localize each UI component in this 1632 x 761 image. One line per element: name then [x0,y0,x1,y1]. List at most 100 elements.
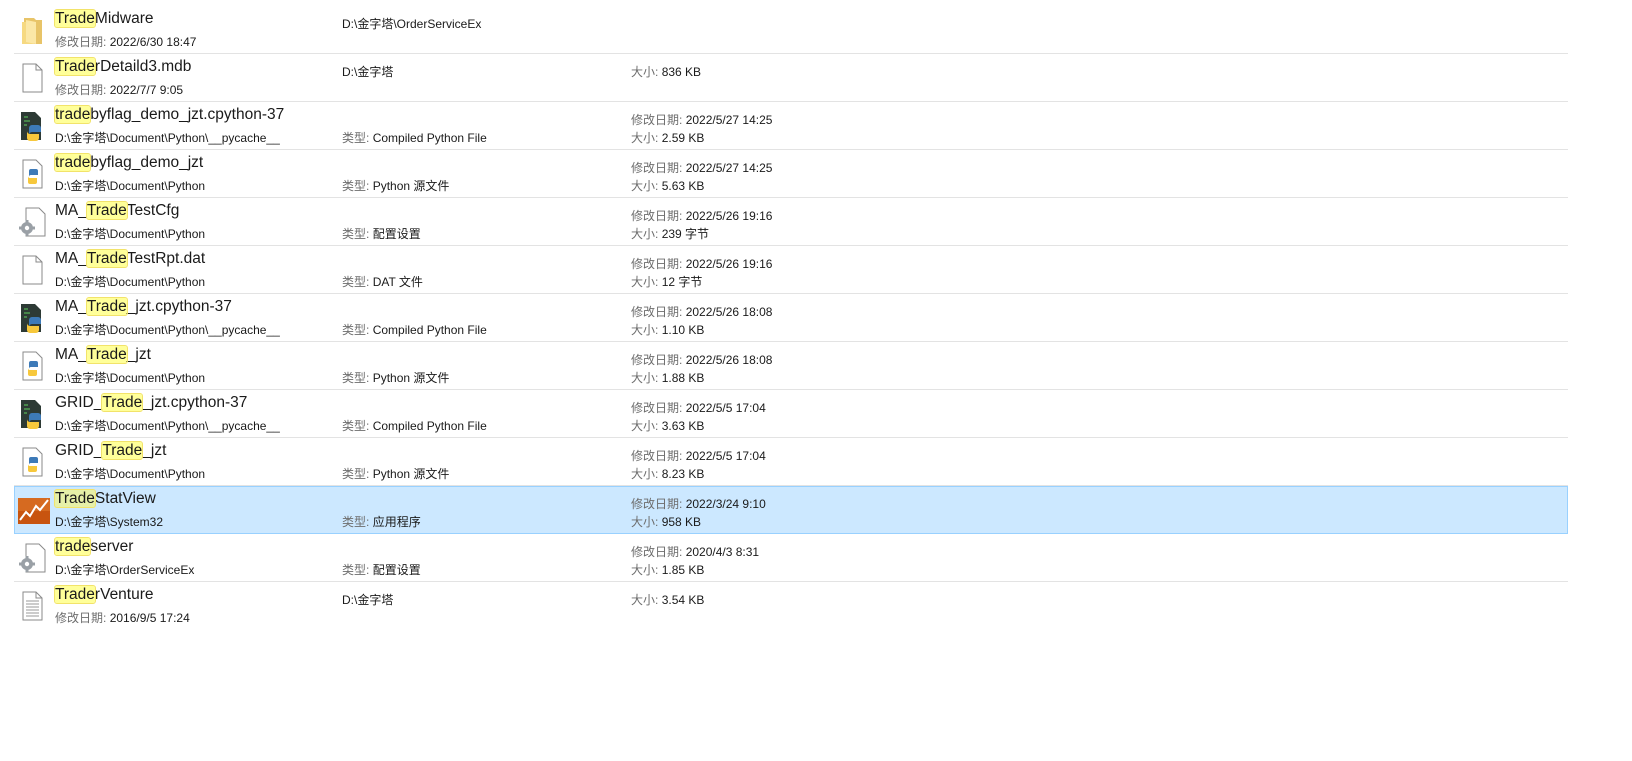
field-label: 大小: [631,467,659,481]
result-item[interactable]: MA_Trade_jzt D:\金字塔\Document\Python 类型: Py… [14,342,1568,390]
right-bot-field: 大小: 239 字节 [631,225,709,242]
field-value: 2020/4/3 8:31 [685,545,760,559]
right-top-field: 修改日期: 2022/5/26 18:08 [631,351,772,368]
name-suffix: StatView [94,490,156,507]
name-prefix: MA_ [55,298,87,315]
field-label: 修改日期: [631,401,683,415]
file-name[interactable]: GRID_Trade_jzt.cpython-37 [55,393,247,412]
right-top-field: 修改日期: 2022/5/5 17:04 [631,399,766,416]
file-name[interactable]: tradeserver [53,537,134,556]
field-label: 大小: [631,515,659,529]
mid-top-field: D:\金字塔 [342,63,393,80]
result-item[interactable]: GRID_Trade_jzt D:\金字塔\Document\Python 类型: … [14,438,1568,486]
field-label: 修改日期: [55,83,107,97]
right-bot-field: 大小: 5.63 KB [631,177,704,194]
result-item[interactable]: MA_Trade_jzt.cpython-37 D:\金字塔\Document\P… [14,294,1568,342]
result-item[interactable]: tradeserver D:\金字塔\OrderServiceEx 类型: 配置设置… [14,534,1568,582]
file-name[interactable]: MA_Trade_jzt.cpython-37 [55,297,232,316]
field-value: 2022/5/5 17:04 [685,401,766,415]
search-match-highlight: Trade [85,297,128,316]
field-value: 2022/5/27 14:25 [685,161,773,175]
right-bot-field: 大小: 1.10 KB [631,321,704,338]
sub-field: D:\金字塔\System32 [55,513,163,530]
field-value: Python 源文件 [372,467,450,481]
folder-icon [18,14,46,46]
name-suffix: Midware [94,10,154,27]
name-suffix: byflag_demo_jzt.cpython-37 [90,106,285,123]
result-item[interactable]: tradebyflag_demo_jzt.cpython-37 D:\金字塔\Do… [14,102,1568,150]
search-match-highlight: Trade [54,585,96,604]
py-icon [18,350,46,382]
field-label: 修改日期: [55,35,107,49]
pyc-icon [18,110,46,142]
result-item[interactable]: MA_TradeTestCfg D:\金字塔\Document\Python 类型:… [14,198,1568,246]
field-value: D:\金字塔\Document\Python\__pycache__ [55,131,280,145]
result-item[interactable]: GRID_Trade_jzt.cpython-37 D:\金字塔\Document… [14,390,1568,438]
field-label: 大小: [631,593,659,607]
result-item[interactable]: MA_TradeTestRpt.dat D:\金字塔\Document\Pytho… [14,246,1568,294]
field-label: 类型: [342,467,370,481]
result-item[interactable]: TradeMidware 修改日期: 2022/6/30 18:47 D:\金字塔\… [14,6,1568,54]
mid-top-field: D:\金字塔 [342,591,393,608]
mid-bot-field: 类型: Compiled Python File [342,417,487,434]
field-value: 2022/6/30 18:47 [109,35,197,49]
result-item[interactable]: tradebyflag_demo_jzt D:\金字塔\Document\Pyth… [14,150,1568,198]
field-value: D:\金字塔\System32 [55,515,164,529]
field-value: DAT 文件 [372,275,423,289]
file-name[interactable]: GRID_Trade_jzt [55,441,166,460]
name-suffix: _jzt.cpython-37 [126,298,232,315]
name-suffix: server [90,538,134,555]
name-suffix: TestCfg [126,202,180,219]
result-item[interactable]: TradeStatView D:\金字塔\System32 类型: 应用程序 修改日期… [14,486,1568,534]
field-value: Compiled Python File [372,419,487,433]
field-label: 修改日期: [631,161,683,175]
file-name[interactable]: TradeMidware [54,9,154,28]
field-label: 大小: [631,419,659,433]
field-value: 958 KB [661,515,702,529]
field-value: 2022/5/26 18:08 [685,305,773,319]
search-match-highlight: Trade [85,249,128,268]
sub-field: 修改日期: 2022/7/7 9:05 [55,81,183,98]
field-value: D:\金字塔 [342,65,394,79]
field-label: 修改日期: [631,353,683,367]
file-name[interactable]: TraderVenture [54,585,154,604]
file-name[interactable]: MA_TradeTestRpt.dat [55,249,206,268]
field-label: 修改日期: [631,257,683,271]
search-match-highlight: Trade [85,345,128,364]
result-item[interactable]: TraderDetaild3.mdb 修改日期: 2022/7/7 9:05 D:\… [14,54,1568,102]
field-label: 大小: [631,131,659,145]
sub-field: D:\金字塔\Document\Python [55,273,205,290]
field-value: Compiled Python File [372,323,487,337]
field-label: 类型: [342,515,370,529]
right-top-field: 修改日期: 2022/5/26 19:16 [631,255,772,272]
sub-field: 修改日期: 2022/6/30 18:47 [55,33,196,50]
file-name[interactable]: MA_Trade_jzt [55,345,151,364]
file-name[interactable]: MA_TradeTestCfg [55,201,180,220]
config-icon [18,206,46,238]
name-prefix: GRID_ [55,394,103,411]
file-name[interactable]: tradebyflag_demo_jzt [53,153,203,172]
field-value: D:\金字塔\Document\Python [55,179,206,193]
field-label: 大小: [631,323,659,337]
sub-field: D:\金字塔\Document\Python\__pycache__ [55,417,280,434]
field-value: 2022/5/26 19:16 [685,257,773,271]
mid-bot-field: 类型: Compiled Python File [342,129,487,146]
name-prefix: MA_ [55,346,87,363]
field-value: 2022/7/7 9:05 [109,83,184,97]
name-suffix: TestRpt.dat [126,250,206,267]
right-bot-field: 大小: 1.88 KB [631,369,704,386]
search-match-highlight: Trade [54,9,96,28]
file-name[interactable]: tradebyflag_demo_jzt.cpython-37 [53,105,285,124]
right-top-field: 修改日期: 2022/5/27 14:25 [631,159,772,176]
result-item[interactable]: TraderVenture 修改日期: 2016/9/5 17:24 D:\金字塔 大… [14,582,1568,629]
file-name[interactable]: TradeStatView [54,489,156,508]
field-label: 大小: [631,227,659,241]
field-value: Python 源文件 [372,179,450,193]
name-prefix: GRID_ [55,442,103,459]
mid-bot-field: 类型: 配置设置 [342,225,421,242]
blank-file-icon [18,62,46,94]
file-name[interactable]: TraderDetaild3.mdb [54,57,191,76]
field-label: 修改日期: [631,209,683,223]
field-value: Compiled Python File [372,131,487,145]
field-value: 配置设置 [372,563,421,577]
